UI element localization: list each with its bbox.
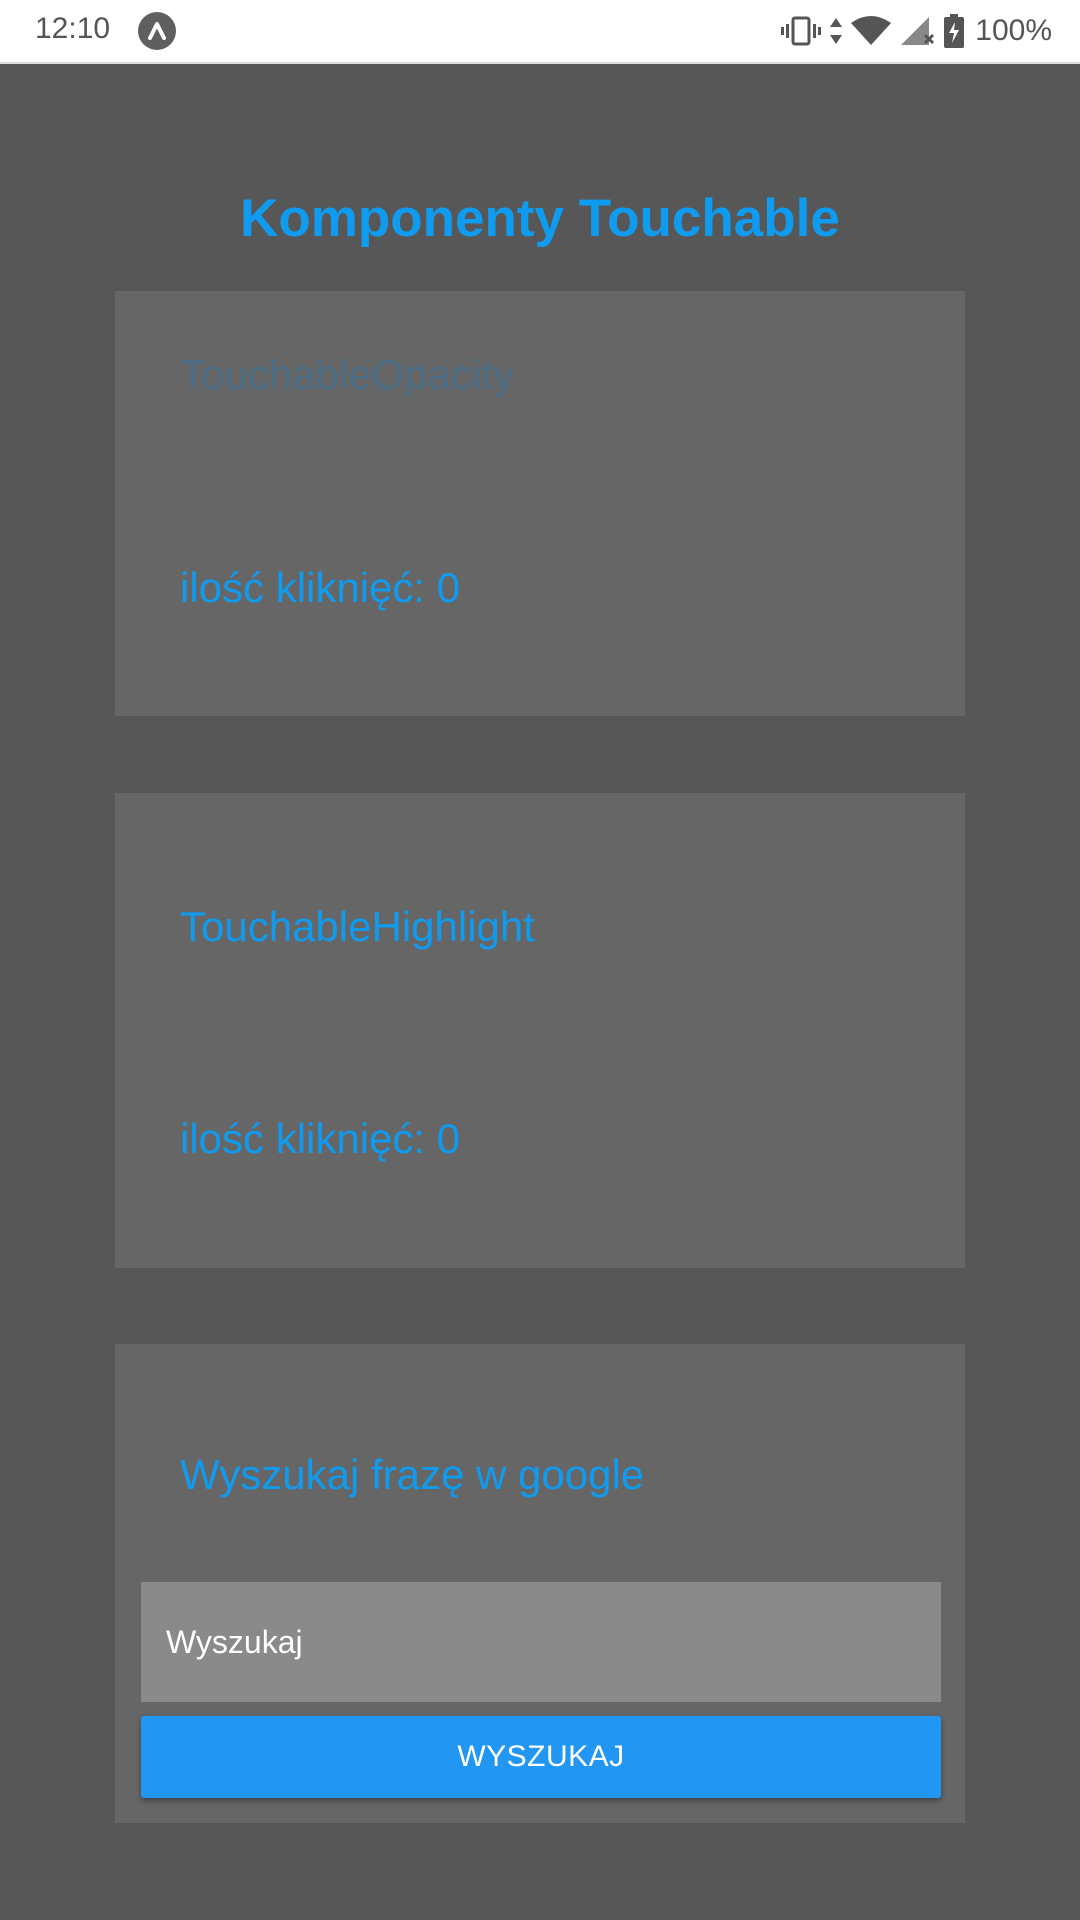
opacity-click-count: ilość kliknięć: 0 xyxy=(180,564,461,611)
page-title: Komponenty Touchable xyxy=(240,189,840,248)
google-search-card: Wyszukaj frazę w google WYSZUKAJ xyxy=(115,1344,965,1823)
search-card-label: Wyszukaj frazę w google xyxy=(180,1451,645,1498)
data-arrows-icon xyxy=(829,16,843,46)
wifi-icon xyxy=(851,15,892,47)
touchable-opacity-card: TouchableOpacity ilość kliknięć: 0 xyxy=(115,291,965,716)
battery-percentage: 100% xyxy=(975,14,1052,47)
app-notification-icon xyxy=(138,12,176,50)
highlight-click-count: ilość kliknięć: 0 xyxy=(180,1115,461,1162)
signal-icon xyxy=(899,15,935,47)
search-button[interactable]: WYSZUKAJ xyxy=(141,1716,941,1798)
battery-charging-icon xyxy=(943,14,965,48)
status-bar: 12:10 100% xyxy=(0,0,1080,64)
touchable-highlight-card: TouchableHighlight ilość kliknięć: 0 xyxy=(115,793,965,1268)
vibrate-icon xyxy=(781,16,822,46)
status-icons: 100% xyxy=(773,12,1052,50)
touchable-opacity-button[interactable]: TouchableOpacity xyxy=(180,351,514,399)
touchable-highlight-button[interactable]: TouchableHighlight xyxy=(180,903,535,951)
status-time: 12:10 xyxy=(35,12,111,45)
search-input[interactable] xyxy=(141,1582,941,1702)
